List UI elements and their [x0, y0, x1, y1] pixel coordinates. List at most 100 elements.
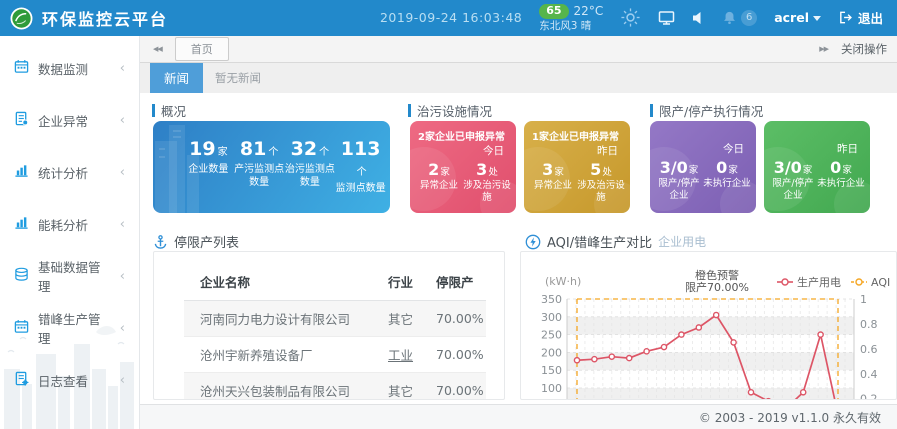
sidebar-item-label: 能耗分析 — [38, 215, 88, 234]
y-axis-label: (kW·h) — [545, 275, 581, 288]
news-tab-bar: 新闻 暂无新闻 — [140, 63, 897, 93]
data-point-marker — [627, 355, 632, 360]
sidebar-item[interactable]: 统计分析 ‹ — [0, 146, 139, 198]
app-header: 环保监控云平台 2019-09-24 16:03:48 65 22°C 东北风3… — [0, 0, 897, 36]
sidebar-item-label: 数据监测 — [38, 59, 88, 78]
anchor-icon — [153, 234, 168, 250]
column-header: 行业 — [374, 266, 436, 301]
sidebar-item-label: 日志查看 — [38, 371, 88, 390]
sidebar-item[interactable]: 数据监测 ‹ — [0, 42, 139, 94]
card-stat-label: 未执行企业 — [703, 178, 751, 203]
monitor-icon[interactable] — [658, 10, 675, 26]
data-point-marker — [696, 325, 701, 330]
card-headline: 2家企业已申报异常 — [415, 128, 511, 143]
user-menu[interactable]: acrel — [774, 10, 821, 25]
y-left-tick: 150 — [541, 364, 562, 377]
chart-icon — [14, 163, 29, 182]
notifications-bell-icon[interactable]: 6 — [722, 10, 757, 26]
industry-cell[interactable]: 工业 — [388, 348, 413, 363]
scroll-tabs-right-icon[interactable]: ▶▶ — [816, 45, 831, 53]
legend-label[interactable]: AQI — [871, 276, 890, 289]
data-point-marker — [731, 340, 736, 345]
status-card: 昨日3/0家0家限产/停产企业未执行企业 — [764, 121, 870, 213]
close-operations-menu[interactable]: 关闭操作 — [841, 41, 887, 57]
chevron-collapse-icon: ‹ — [120, 321, 129, 336]
card-stat-label: 异常企业 — [529, 180, 577, 205]
data-point-marker — [801, 390, 806, 395]
column-header: 企业名称 — [184, 266, 374, 301]
sidebar-item-label: 错峰生产管理 — [38, 309, 111, 347]
copyright-label: © 2003 - 2019 v1.1.0 永久有效 — [699, 409, 881, 426]
weather-widget: 65 22°C 东北风3 晴 — [539, 4, 603, 32]
logout-button[interactable]: 退出 — [838, 8, 883, 27]
overview-stat: 81个产污监测点数量 — [234, 138, 285, 213]
overview-stat: 19家企业数量 — [183, 138, 234, 213]
legend-marker-dot[interactable] — [782, 279, 788, 285]
tab-news[interactable]: 新闻 — [150, 63, 203, 93]
section-marker — [152, 104, 155, 117]
chevron-collapse-icon: ‹ — [120, 61, 129, 76]
y-left-tick: 200 — [541, 346, 562, 359]
doc-icon — [14, 111, 29, 130]
sidebar-item[interactable]: 日志查看 ‹ — [0, 354, 139, 406]
section-title-overview: 概况 — [152, 101, 186, 120]
company-name-cell: 河南同力电力设计有限公司 — [184, 301, 374, 337]
card-stat: 3家 — [529, 160, 577, 179]
sidebar: 数据监测 ‹ 企业异常‹ 统计分析 ‹ 能耗分析 ‹ 基础数据管理 ‹ 错峰生产管理 ‹ 日志查看 ‹ — [0, 36, 140, 429]
calendar-icon — [14, 319, 29, 338]
section-marker — [650, 104, 653, 117]
list-section-title: 停限产列表 — [153, 232, 239, 251]
section-title-pollution: 治污设施情况 — [408, 101, 492, 120]
chevron-collapse-icon: ‹ — [120, 165, 129, 180]
chart-icon — [14, 215, 29, 234]
sidebar-item[interactable]: 能耗分析 ‹ — [0, 198, 139, 250]
overview-stat: 32个治污监测点数量 — [285, 138, 336, 213]
app-window: 环保监控云平台 2019-09-24 16:03:48 65 22°C 东北风3… — [0, 0, 897, 429]
wind-label: 东北风3 晴 — [539, 20, 603, 32]
card-headline: 1家企业已申报异常 — [529, 128, 625, 143]
sidebar-item-label: 基础数据管理 — [38, 257, 111, 295]
dashboard-content: 概况 治污设施情况 限产/停产执行情况 — [140, 93, 897, 404]
legend-label[interactable]: 生产用电 — [797, 275, 841, 289]
sidebar-item[interactable]: 错峰生产管理 ‹ — [0, 302, 139, 354]
aqi-chart-svg: 35030025020015010050010.80.60.40.20(kW·h… — [521, 253, 897, 400]
sidebar-item[interactable]: 基础数据管理 ‹ — [0, 250, 139, 302]
card-stat: 3/0家 — [769, 158, 817, 177]
y-left-tick: 300 — [541, 311, 562, 324]
table-row: 沧州天兴包装制品有限公司其它70.00% — [184, 373, 486, 401]
card-day-label: 今日 — [415, 143, 511, 158]
data-point-marker — [644, 349, 649, 354]
tab-strip: ◀◀ 首页 ▶▶ 关闭操作 — [140, 36, 897, 63]
warning-annotation: 橙色预警 — [695, 268, 739, 282]
chevron-collapse-icon: ‹ — [120, 373, 129, 388]
y-right-tick: 0.8 — [860, 318, 878, 331]
y-left-tick: 350 — [541, 293, 562, 306]
tab-home[interactable]: 首页 — [175, 37, 229, 61]
calendar-icon — [14, 59, 29, 78]
status-card: 2家企业已申报异常今日2家3处异常企业涉及治污设施 — [410, 121, 516, 213]
data-point-marker — [748, 390, 753, 395]
status-card: 今日3/0家0家限产/停产企业未执行企业 — [650, 121, 756, 213]
status-card: 1家企业已申报异常昨日3家5处异常企业涉及治污设施 — [524, 121, 630, 213]
card-stat-label: 异常企业 — [415, 180, 463, 205]
legend-marker-dot[interactable] — [856, 279, 862, 285]
limit-production-table: 企业名称行业停限产 河南同力电力设计有限公司其它70.00%沧州宇新养殖设备厂工… — [184, 266, 486, 400]
chevron-collapse-icon: ‹ — [120, 269, 129, 284]
speaker-mute-icon[interactable] — [692, 11, 705, 25]
sidebar-item-label: 统计分析 — [38, 163, 88, 182]
data-point-marker — [714, 312, 719, 317]
chevron-collapse-icon: ‹ — [120, 217, 129, 232]
aqi-index-badge: 65 — [539, 4, 568, 19]
notification-count-badge: 6 — [741, 10, 757, 26]
scroll-tabs-left-icon[interactable]: ◀◀ — [150, 45, 165, 53]
y-left-tick: 100 — [541, 382, 562, 395]
card-day-label: 今日 — [655, 141, 751, 156]
limit-percent-cell: 70.00% — [436, 373, 486, 401]
layers-icon — [14, 267, 29, 286]
warning-annotation: 限产70.00% — [685, 280, 749, 294]
sidebar-item[interactable]: 企业异常‹ — [0, 94, 139, 146]
company-name-cell: 沧州宇新养殖设备厂 — [184, 337, 374, 373]
sun-weather-icon[interactable] — [620, 7, 641, 28]
y-right-tick: 0.2 — [860, 393, 878, 400]
y-right-tick: 0.6 — [860, 343, 878, 356]
